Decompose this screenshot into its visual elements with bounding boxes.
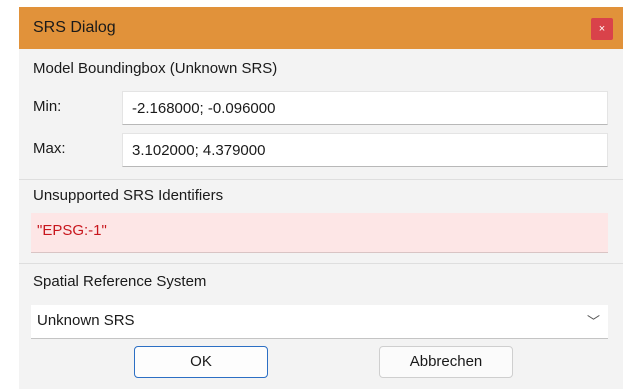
max-field[interactable]: 3.102000; 4.379000 [122, 133, 608, 167]
bounding-box-title: Model Boundingbox (Unknown SRS) [33, 60, 278, 77]
chevron-down-icon: ﹀ [586, 314, 600, 329]
section-divider [19, 263, 623, 264]
close-button[interactable]: × [591, 18, 613, 40]
unsupported-srs-list[interactable]: "EPSG:-1" [31, 213, 608, 253]
dialog-title: SRS Dialog [33, 19, 116, 36]
srs-dropdown[interactable]: Unknown SRS ﹀ [31, 305, 608, 339]
srs-dialog: SRS Dialog × Model Boundingbox (Unknown … [19, 7, 623, 389]
cancel-button[interactable]: Abbrechen [379, 346, 513, 378]
srs-selected-value: Unknown SRS [37, 312, 135, 329]
section-divider [19, 179, 623, 180]
min-field[interactable]: -2.168000; -0.096000 [122, 91, 608, 125]
close-icon: × [598, 23, 606, 35]
min-label: Min: [33, 98, 62, 115]
spatial-reference-system-title: Spatial Reference System [33, 273, 207, 290]
max-label: Max: [33, 140, 66, 157]
title-bar[interactable]: SRS Dialog × [19, 7, 623, 49]
dialog-body: Model Boundingbox (Unknown SRS) Min: -2.… [19, 49, 623, 389]
unsupported-srs-title: Unsupported SRS Identifiers [33, 187, 224, 204]
ok-button[interactable]: OK [134, 346, 268, 378]
